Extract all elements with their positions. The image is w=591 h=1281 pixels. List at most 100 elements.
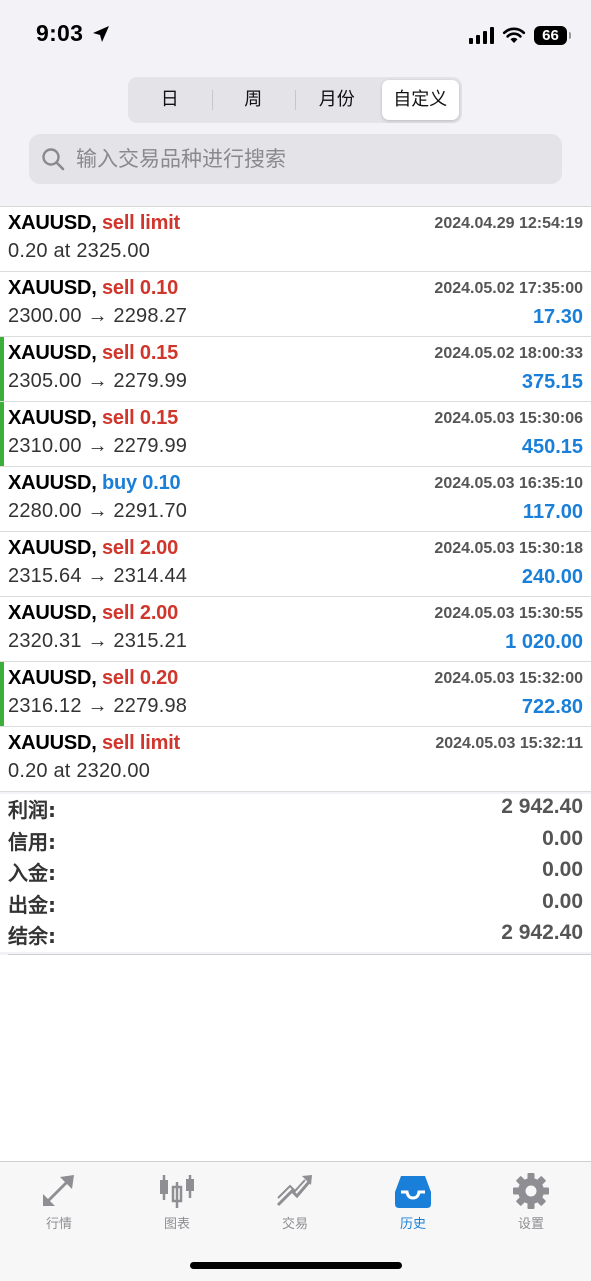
separator: , (91, 667, 102, 689)
deal-profit: 240.00 (521, 566, 583, 588)
summary-label: 利润: (8, 798, 56, 822)
separator: , (91, 342, 102, 364)
deal-title: XAUUSD, sell 2.00 (8, 602, 178, 625)
summary-label: 信用: (8, 829, 56, 854)
deal-title: XAUUSD, sell limit (8, 212, 180, 235)
history-icon (395, 1176, 431, 1208)
settings-icon (513, 1173, 549, 1209)
deal-title: XAUUSD, sell 0.15 (8, 407, 178, 430)
summary-value: 0.00 (542, 889, 583, 913)
empty-area (0, 955, 591, 1161)
tab-chart[interactable]: 图表 (118, 1162, 236, 1242)
deal-row[interactable]: XAUUSD, sell 0.10 2024.05.02 17:35:00 2300… (0, 272, 591, 337)
summary-row: 入金: 0.00 (0, 857, 591, 889)
tab-label: 交易 (281, 1217, 308, 1232)
deal-row[interactable]: XAUUSD, sell 0.15 2024.05.03 15:30:06 2310… (0, 402, 591, 467)
deal-title: XAUUSD, sell 0.20 (8, 667, 178, 690)
summary-value: 2 942.40 (501, 795, 583, 818)
search-input[interactable] (74, 146, 538, 172)
location-arrow-icon (93, 26, 109, 42)
deal-action: sell limit (101, 732, 181, 754)
deal-symbol: XAUUSD (8, 277, 92, 299)
deal-row[interactable]: XAUUSD, sell 0.20 2024.05.03 15:32:00 2316… (0, 662, 591, 727)
deal-profit: 1 020.00 (505, 631, 583, 653)
deal-symbol: XAUUSD (8, 342, 92, 364)
tab-label: 图表 (163, 1217, 190, 1232)
chart-icon (160, 1175, 194, 1208)
deal-symbol: XAUUSD (8, 212, 92, 234)
deal-prices: 2310.00 → 2279.99 (8, 435, 188, 457)
separator: , (91, 472, 102, 494)
wifi-icon (502, 27, 526, 43)
summary-row: 结余: 2 942.40 (0, 920, 591, 952)
deal-symbol: XAUUSD (8, 537, 92, 559)
summary-value: 0.00 (542, 826, 583, 850)
deal-profit: 17.30 (532, 306, 583, 328)
deal-title: XAUUSD, sell 0.15 (8, 342, 178, 365)
cellular-signal-icon (469, 26, 494, 44)
deal-time: 2024.05.03 15:32:11 (435, 735, 583, 752)
deal-row[interactable]: XAUUSD, buy 0.10 2024.05.03 16:35:10 2280.… (0, 467, 591, 532)
deal-symbol: XAUUSD (8, 732, 92, 754)
deal-action: sell 0.15 (101, 342, 179, 364)
summary-label: 入金: (8, 861, 56, 885)
deal-symbol: XAUUSD (8, 667, 92, 689)
deal-time: 2024.05.03 15:30:55 (434, 605, 583, 622)
home-indicator (190, 1262, 402, 1269)
deal-time: 2024.05.02 18:00:33 (434, 345, 583, 362)
deal-prices: 2316.12 → 2279.98 (8, 695, 188, 717)
deal-row[interactable]: XAUUSD, sell 2.00 2024.05.03 15:30:55 2320… (0, 597, 591, 662)
period-tab-month[interactable]: 月份 (295, 80, 376, 120)
deal-profit: 722.80 (521, 696, 583, 718)
deal-prices: 0.20 at 2320.00 (8, 760, 151, 782)
period-tab-day[interactable]: 日 (131, 80, 209, 120)
tab-quotes[interactable]: 行情 (0, 1162, 118, 1242)
deal-title: XAUUSD, sell 2.00 (8, 537, 178, 560)
deal-prices: 0.20 at 2325.00 (8, 240, 151, 262)
separator: , (91, 537, 102, 559)
tab-trade[interactable]: 交易 (236, 1162, 354, 1242)
deal-row[interactable]: XAUUSD, sell limit 2024.05.03 15:32:11 0.2… (0, 727, 591, 792)
deal-row[interactable]: XAUUSD, sell 2.00 2024.05.03 15:30:18 2315… (0, 532, 591, 597)
deal-time: 2024.05.03 15:30:18 (434, 540, 583, 557)
deal-symbol: XAUUSD (8, 407, 92, 429)
summary-value: 0.00 (542, 858, 583, 881)
deal-prices: 2300.00 → 2298.27 (8, 305, 188, 327)
tab-settings[interactable]: 设置 (472, 1162, 590, 1242)
deal-title: XAUUSD, sell 0.10 (8, 277, 178, 300)
deal-profit: 375.15 (521, 371, 583, 393)
deal-time: 2024.05.03 15:32:00 (434, 670, 583, 687)
status-time: 9:03 (36, 20, 84, 46)
summary-label: 结余: (8, 924, 56, 948)
deal-action: sell 0.15 (101, 407, 179, 429)
deal-symbol: XAUUSD (8, 472, 92, 494)
deal-title: XAUUSD, sell limit (8, 732, 180, 755)
separator: , (91, 212, 102, 234)
deal-time: 2024.05.03 15:30:06 (434, 410, 583, 427)
deal-action: sell 0.10 (101, 277, 179, 299)
search-bar[interactable] (29, 134, 562, 184)
trade-icon (276, 1175, 312, 1207)
separator: , (91, 732, 102, 754)
deal-row[interactable]: XAUUSD, sell 0.15 2024.05.02 18:00:33 2305… (0, 337, 591, 402)
status-bar: 9:03 66 (0, 0, 591, 70)
status-icons: 66 (469, 22, 571, 48)
tab-history[interactable]: 历史 (354, 1162, 472, 1242)
deal-title: XAUUSD, buy 0.10 (8, 472, 181, 495)
period-segmented-control: 日 周 月份 自定义 (128, 77, 462, 123)
deal-action: buy 0.10 (101, 472, 181, 494)
deal-row[interactable]: XAUUSD, sell limit 2024.04.29 12:54:19 0.2… (0, 207, 591, 272)
deal-action: sell 2.00 (101, 537, 179, 559)
deal-prices: 2315.64 → 2314.44 (8, 565, 188, 587)
deal-time: 2024.05.03 16:35:10 (434, 475, 583, 492)
deal-profit: 450.15 (521, 436, 583, 458)
period-tab-week[interactable]: 周 (211, 80, 293, 120)
summary-label: 出金: (8, 892, 56, 917)
search-icon (42, 148, 65, 171)
battery-icon: 66 (534, 25, 571, 45)
summary-row: 利润: 2 942.40 (0, 794, 591, 826)
period-tab-custom[interactable]: 自定义 (381, 80, 459, 120)
tab-label: 行情 (45, 1217, 72, 1232)
deal-profit: 117.00 (522, 501, 583, 523)
deal-prices: 2305.00 → 2279.99 (8, 370, 188, 392)
